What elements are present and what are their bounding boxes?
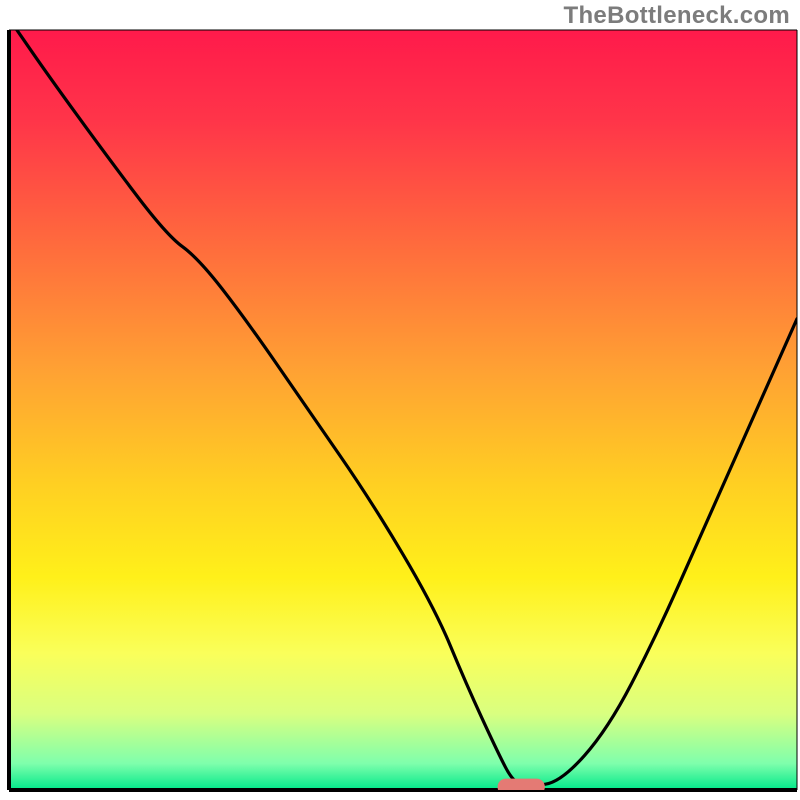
watermark-text: TheBottleneck.com (564, 2, 790, 30)
optimal-marker (498, 779, 545, 796)
gradient-background (9, 30, 797, 790)
chart-svg (0, 0, 800, 800)
chart-stage: TheBottleneck.com (0, 0, 800, 800)
